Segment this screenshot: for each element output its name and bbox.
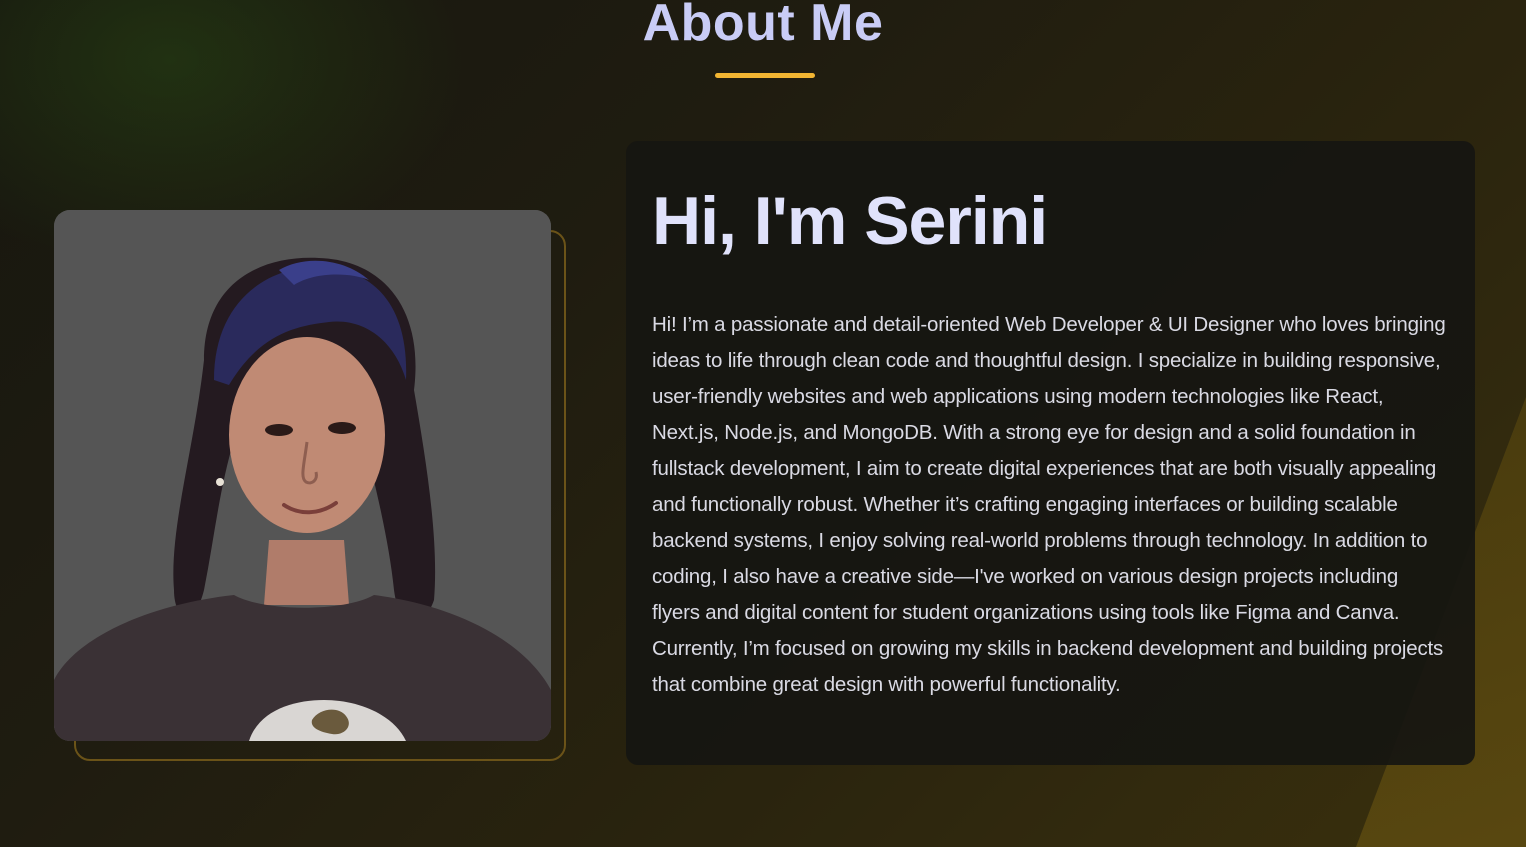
greeting-heading: Hi, I'm Serini bbox=[652, 183, 1048, 259]
section-title: About Me bbox=[642, 0, 884, 52]
title-underline bbox=[715, 73, 815, 78]
about-card: Hi, I'm Serini Hi! I’m a passionate and … bbox=[626, 141, 1475, 765]
portrait-illustration bbox=[54, 210, 551, 741]
bio-text: Hi! I’m a passionate and detail-oriented… bbox=[652, 313, 1446, 696]
profile-photo bbox=[54, 210, 551, 741]
